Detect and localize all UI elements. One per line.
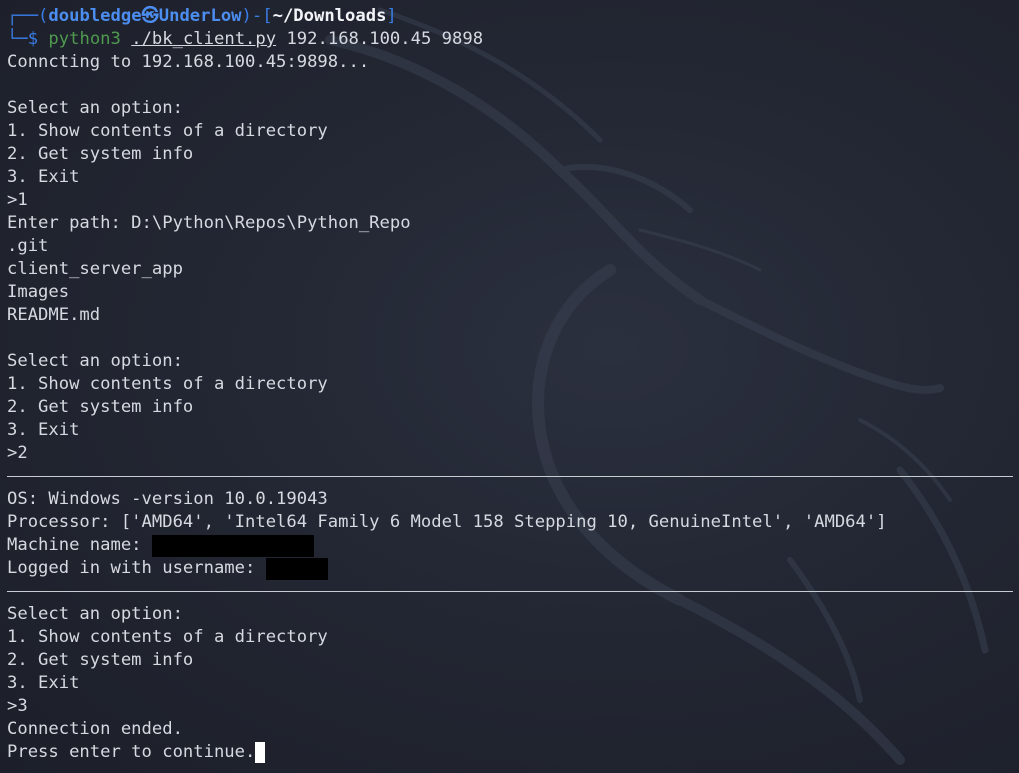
separator-line bbox=[7, 465, 1013, 488]
prompt-username: doubledge bbox=[48, 6, 142, 26]
processor-info-line: Processor: ['AMD64', 'Intel64 Family 6 M… bbox=[7, 512, 887, 532]
prompt-corner-bottom: └─ bbox=[7, 29, 28, 49]
terminal-output: ┌──(doubledge㉿UnderLow)-[~/Downloads] └─… bbox=[7, 5, 1013, 764]
user-choice: >1 bbox=[7, 190, 28, 210]
menu-option-1: 1. Show contents of a directory bbox=[7, 374, 328, 394]
menu-option-3: 3. Exit bbox=[7, 167, 80, 187]
machine-name-label: Machine name: bbox=[7, 535, 152, 555]
user-choice: >2 bbox=[7, 443, 28, 463]
prompt-line-2: └─$ python3 ./bk_client.py 192.168.100.4… bbox=[7, 28, 1013, 51]
command-args: 192.168.100.45 9898 bbox=[286, 29, 484, 49]
redacted-username bbox=[265, 558, 328, 580]
prompt-corner-top: ┌──( bbox=[7, 6, 49, 26]
enter-path-line: Enter path: D:\Python\Repos\Python_Repo bbox=[7, 213, 411, 233]
terminal-cursor[interactable] bbox=[255, 742, 266, 763]
command-script-arg: ./bk_client.py bbox=[131, 29, 277, 49]
connection-ended-line: Connection ended. bbox=[7, 719, 183, 739]
menu-title: Select an option: bbox=[7, 98, 183, 118]
prompt-dollar: $ bbox=[27, 29, 39, 49]
prompt-hostname: UnderLow bbox=[158, 6, 242, 26]
prompt-line-1: ┌──(doubledge㉿UnderLow)-[~/Downloads] bbox=[7, 5, 1013, 28]
dir-entry: .git bbox=[7, 236, 49, 256]
redacted-machine-name bbox=[151, 535, 314, 557]
menu-option-2: 2. Get system info bbox=[7, 144, 194, 164]
menu-option-3: 3. Exit bbox=[7, 673, 80, 693]
menu-option-1: 1. Show contents of a directory bbox=[7, 627, 328, 647]
connecting-line: Conncting to 192.168.100.45:9898... bbox=[7, 52, 370, 72]
dir-entry: client_server_app bbox=[7, 259, 183, 279]
command-name: python3 bbox=[48, 29, 121, 49]
press-enter-text: Press enter to continue. bbox=[7, 742, 256, 762]
prompt-at-symbol: ㉿ bbox=[141, 6, 159, 26]
prompt-mid: )-[ bbox=[241, 6, 273, 26]
menu-option-2: 2. Get system info bbox=[7, 397, 194, 417]
dir-entry: Images bbox=[7, 282, 70, 302]
press-enter-line[interactable]: Press enter to continue. bbox=[7, 741, 1013, 764]
menu-title: Select an option: bbox=[7, 351, 183, 371]
menu-option-2: 2. Get system info bbox=[7, 650, 194, 670]
prompt-cwd: ~/Downloads bbox=[272, 6, 387, 26]
menu-option-1: 1. Show contents of a directory bbox=[7, 121, 328, 141]
os-info-line: OS: Windows -version 10.0.19043 bbox=[7, 489, 328, 509]
menu-option-3: 3. Exit bbox=[7, 420, 80, 440]
username-label: Logged in with username: bbox=[7, 558, 266, 578]
username-line: Logged in with username: bbox=[7, 557, 1013, 580]
dir-entry: README.md bbox=[7, 305, 101, 325]
separator-line bbox=[7, 580, 1013, 603]
user-choice: >3 bbox=[7, 696, 28, 716]
prompt-close: ] bbox=[386, 6, 397, 26]
menu-title: Select an option: bbox=[7, 604, 183, 624]
machine-name-line: Machine name: bbox=[7, 534, 1013, 557]
